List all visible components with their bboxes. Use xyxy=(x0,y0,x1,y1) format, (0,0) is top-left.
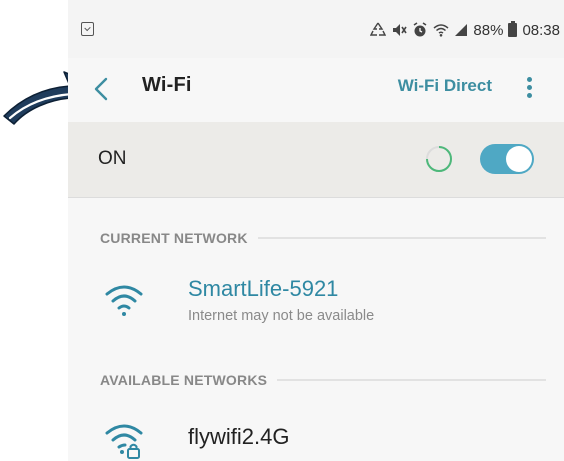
phone-screen: 88% 08:38 Wi-Fi Wi-Fi Direct ON CURRENT … xyxy=(68,0,564,461)
screenshot-icon xyxy=(81,22,94,36)
mute-icon xyxy=(393,24,408,36)
page-title: Wi-Fi xyxy=(142,74,192,96)
more-dot xyxy=(526,85,532,90)
current-network-title: CURRENT NETWORK xyxy=(100,230,248,246)
wifi-toggle-switch[interactable] xyxy=(480,144,534,174)
available-networks-header: AVAILABLE NETWORKS xyxy=(100,372,546,388)
current-network-name: SmartLife-5921 xyxy=(188,276,339,301)
status-bar: 88% 08:38 xyxy=(68,0,564,58)
current-network-header: CURRENT NETWORK xyxy=(100,230,546,246)
battery-percent: 88% xyxy=(473,21,504,39)
wifi-state-label: ON xyxy=(98,148,127,169)
divider xyxy=(257,237,546,239)
wifi-lock-icon xyxy=(105,424,143,459)
network-name: flywifi2.4G xyxy=(188,424,290,449)
signal-icon xyxy=(455,24,468,36)
wifi-icon xyxy=(105,285,143,316)
chevron-left-icon[interactable] xyxy=(90,76,114,102)
network-list-item[interactable]: flywifi2.4G xyxy=(68,412,564,461)
toggle-knob xyxy=(506,146,532,172)
current-network-row[interactable]: SmartLife-5921 Internet may not be avail… xyxy=(68,268,564,346)
wifi-toggle-row[interactable]: ON xyxy=(68,122,564,198)
more-dot xyxy=(526,77,532,82)
available-networks-title: AVAILABLE NETWORKS xyxy=(100,372,268,388)
more-vert-icon[interactable] xyxy=(522,74,536,104)
more-dot xyxy=(526,93,532,98)
divider xyxy=(277,379,546,381)
wifi-icon xyxy=(433,24,449,37)
wifi-direct-button[interactable]: Wi-Fi Direct xyxy=(398,76,492,96)
battery-icon xyxy=(508,21,518,37)
alarm-icon xyxy=(413,22,427,37)
status-time: 08:38 xyxy=(522,21,560,39)
app-header: Wi-Fi Wi-Fi Direct xyxy=(68,58,564,122)
status-icons: 88% 08:38 xyxy=(370,20,560,40)
current-network-status: Internet may not be available xyxy=(188,308,375,324)
loading-spinner-icon xyxy=(426,146,453,173)
recycle-icon xyxy=(370,22,387,36)
